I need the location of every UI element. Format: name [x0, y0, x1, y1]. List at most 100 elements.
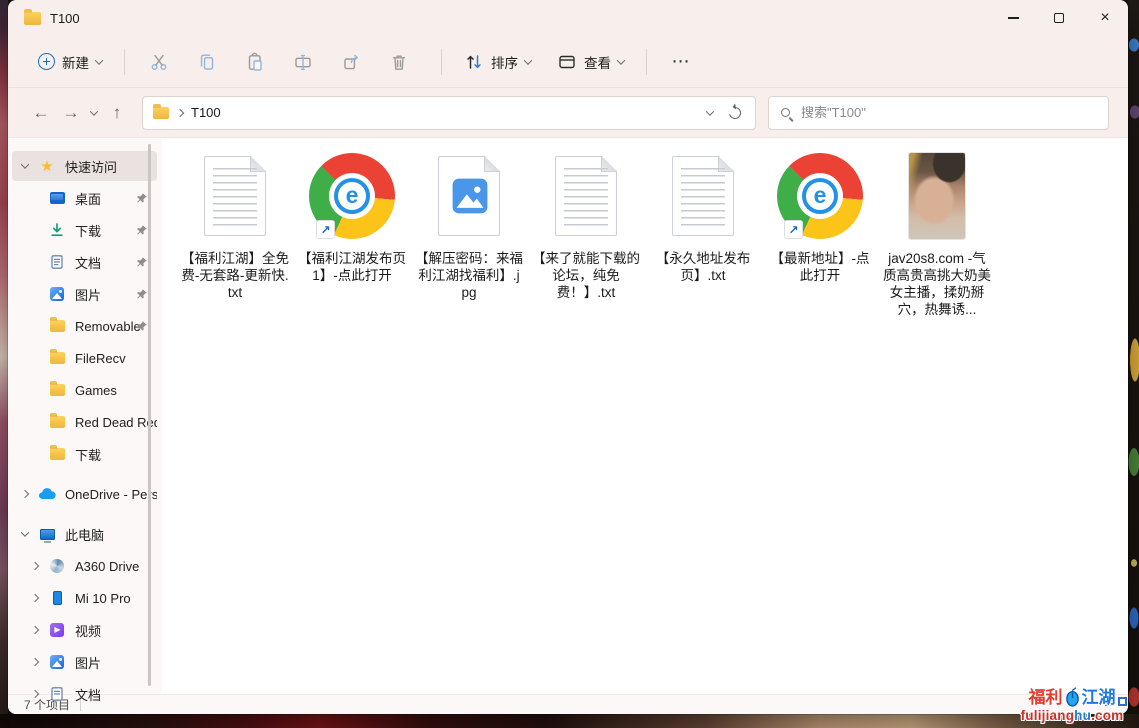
sidebar-item-removable[interactable]: Removable — [12, 311, 157, 341]
watermark-text-left: 福利 — [1029, 689, 1063, 706]
chevron-down-icon — [524, 56, 532, 64]
file-item[interactable]: e ↗ 【最新地址】-点此打开 — [764, 148, 876, 284]
file-item[interactable]: e ↗ 【福利江湖发布页1】-点此打开 — [296, 148, 408, 284]
see-more-button[interactable]: ⋯ — [661, 44, 701, 80]
file-explorer-window: T100 × 新建 — [8, 0, 1128, 714]
close-icon: × — [1100, 10, 1109, 26]
chevron-down-icon — [95, 56, 103, 64]
chevron-right-icon[interactable] — [31, 690, 39, 698]
sort-icon — [464, 52, 484, 72]
back-icon: ← — [33, 103, 50, 123]
minimize-button[interactable] — [990, 0, 1036, 36]
sidebar-item-games[interactable]: Games — [12, 375, 157, 405]
search-box[interactable] — [768, 96, 1109, 130]
sidebar-item-label: Mi 10 Pro — [75, 591, 157, 606]
sidebar-scrollbar[interactable] — [148, 144, 151, 686]
file-item[interactable]: 【永久地址发布页】.txt — [647, 148, 759, 284]
sidebar-item-label: OneDrive - Pers — [65, 487, 157, 502]
wallpaper-left — [0, 0, 8, 728]
wallpaper-bottom — [0, 714, 1139, 728]
search-input[interactable] — [799, 104, 1079, 121]
file-name: 【福利江湖】全免费-无套路-更新快.txt — [181, 250, 289, 301]
up-button[interactable]: ↑ — [102, 98, 132, 128]
sidebar-item-quick-access[interactable]: ★ 快速访问 — [12, 151, 157, 181]
sidebar-item-mi-10-pro[interactable]: Mi 10 Pro — [12, 583, 157, 613]
file-item[interactable]: 【福利江湖】全免费-无套路-更新快.txt — [179, 148, 291, 301]
file-name: 【解压密码：来福利江湖找福利】.jpg — [415, 250, 523, 301]
refresh-icon[interactable] — [727, 104, 743, 120]
pin-icon — [136, 288, 148, 300]
toolbar: 新建 — [8, 36, 1128, 88]
pin-icon — [136, 320, 148, 332]
sidebar-item-filerecv[interactable]: FileRecv — [12, 343, 157, 373]
close-button[interactable]: × — [1082, 0, 1128, 36]
breadcrumb-path[interactable]: T100 — [191, 105, 221, 120]
paste-button[interactable] — [235, 44, 275, 80]
sidebar-item-downloads-folder[interactable]: 下载 — [12, 439, 157, 469]
rename-button[interactable] — [283, 44, 323, 80]
forward-button[interactable]: → — [56, 98, 86, 128]
up-icon: ↑ — [113, 103, 122, 123]
sidebar-item-documents[interactable]: 文档 — [12, 247, 157, 277]
address-dropdown-icon[interactable] — [706, 107, 714, 115]
pin-icon — [136, 192, 148, 204]
folder-icon — [24, 12, 41, 25]
titlebar: T100 × — [8, 0, 1128, 36]
search-icon — [781, 108, 790, 117]
sidebar-item-videos[interactable]: ▶ 视频 — [12, 615, 157, 645]
chevron-right-icon[interactable] — [31, 626, 39, 634]
cut-button[interactable] — [139, 44, 179, 80]
file-item[interactable]: 【解压密码：来福利江湖找福利】.jpg — [413, 148, 525, 301]
copy-button[interactable] — [187, 44, 227, 80]
sidebar-item-pictures-pc[interactable]: 图片 — [12, 647, 157, 677]
file-name: 【福利江湖发布页1】-点此打开 — [298, 250, 406, 284]
sidebar-item-red-dead[interactable]: Red Dead Rede — [12, 407, 157, 437]
delete-icon — [389, 52, 409, 72]
chevron-right-icon[interactable] — [31, 594, 39, 602]
cut-icon — [149, 52, 169, 72]
sidebar-item-label: 图片 — [75, 653, 157, 672]
sidebar-item-documents-pc[interactable]: 文档 — [12, 679, 157, 709]
sidebar-item-desktop[interactable]: 桌面 — [12, 183, 157, 213]
delete-button[interactable] — [379, 44, 419, 80]
view-button[interactable]: 查看 — [549, 46, 632, 78]
share-button[interactable] — [331, 44, 371, 80]
sidebar-item-pictures[interactable]: 图片 — [12, 279, 157, 309]
chevron-down-icon — [617, 56, 625, 64]
file-item[interactable]: jav20s8.com -气质高贵高挑大奶美女主播，揉奶掰穴，热舞诱... — [881, 148, 993, 318]
videos-icon: ▶ — [50, 623, 64, 637]
sidebar-item-a360-drive[interactable]: A360 Drive — [12, 551, 157, 581]
sidebar-item-downloads[interactable]: 下载 — [12, 215, 157, 245]
pictures-icon — [50, 655, 64, 669]
documents-icon — [49, 686, 65, 702]
desktop-icon — [50, 192, 65, 204]
watermark-text-right: 江湖 — [1082, 689, 1116, 706]
address-row: ← → ↑ T100 — [8, 88, 1128, 138]
breadcrumb-separator-icon — [176, 108, 184, 116]
file-item[interactable]: 【来了就能下载的论坛，纯免费！】.txt — [530, 148, 642, 301]
image-file-icon — [438, 148, 500, 244]
chevron-right-icon[interactable] — [31, 562, 39, 570]
forward-icon: → — [63, 103, 80, 123]
new-button[interactable]: 新建 — [30, 46, 110, 78]
share-icon — [341, 52, 361, 72]
chevron-down-icon[interactable] — [21, 528, 29, 536]
chevron-right-icon[interactable] — [21, 490, 29, 498]
recent-locations-button[interactable] — [86, 110, 102, 116]
address-bar[interactable]: T100 — [142, 96, 756, 130]
sort-button[interactable]: 排序 — [456, 46, 539, 78]
sidebar-item-this-pc[interactable]: 此电脑 — [12, 519, 157, 549]
browser-shortcut-icon: e ↗ — [777, 148, 863, 244]
chevron-down-icon[interactable] — [21, 160, 29, 168]
sidebar-item-onedrive[interactable]: OneDrive - Pers — [12, 479, 157, 509]
back-button[interactable]: ← — [26, 98, 56, 128]
maximize-button[interactable] — [1036, 0, 1082, 36]
view-icon — [557, 52, 577, 72]
view-button-label: 查看 — [584, 52, 611, 72]
phone-icon — [53, 591, 62, 605]
downloads-icon — [49, 222, 65, 238]
chevron-right-icon[interactable] — [31, 658, 39, 666]
more-icon: ⋯ — [672, 51, 691, 72]
folder-icon — [50, 352, 65, 364]
onedrive-icon — [38, 488, 56, 500]
